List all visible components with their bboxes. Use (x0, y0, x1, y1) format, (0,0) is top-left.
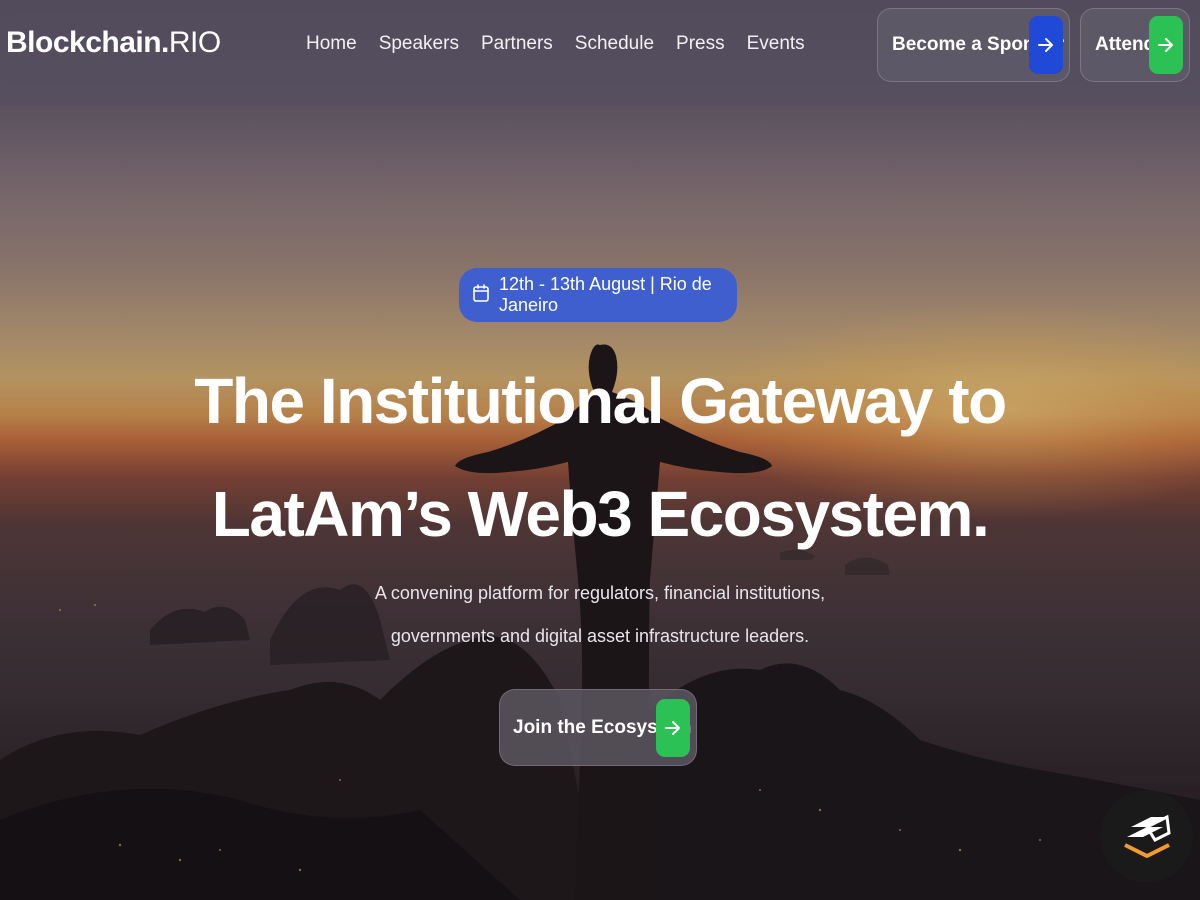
nav-link-events[interactable]: Events (747, 33, 805, 55)
arrow-right-icon (1029, 16, 1063, 74)
hero-subtitle-line-1: A convening platform for regulators, fin… (374, 583, 826, 603)
attend-button[interactable]: Attend (1080, 8, 1190, 82)
join-ecosystem-button[interactable]: Join the Ecosystem (499, 689, 697, 766)
main-nav: Home Speakers Partners Schedule Press Ev… (306, 33, 827, 55)
stack-layers-icon[interactable] (1100, 790, 1193, 883)
hero-subtitle: A convening platform for regulators, fin… (300, 572, 900, 658)
event-date-badge: 12th - 13th August | Rio de Janeiro (459, 268, 737, 322)
nav-link-partners[interactable]: Partners (481, 33, 553, 55)
arrow-right-icon (656, 699, 690, 757)
site-logo[interactable]: Blockchain.RIO (6, 26, 221, 60)
nav-link-speakers[interactable]: Speakers (379, 33, 459, 55)
hero-headline: The Institutional Gateway to LatAm’s Web… (150, 345, 1050, 571)
become-sponsor-button[interactable]: Become a Sponsor (877, 8, 1070, 82)
calendar-icon (473, 283, 489, 307)
logo-text-bold: Blockchain. (6, 26, 169, 59)
top-navbar: Blockchain.RIO Home Speakers Partners Sc… (0, 0, 1200, 105)
hero-headline-line-1: The Institutional Gateway to (194, 365, 1007, 437)
hero-subtitle-line-2: governments and digital asset infrastruc… (390, 626, 810, 646)
nav-link-schedule[interactable]: Schedule (575, 33, 654, 55)
attend-label: Attend (1095, 34, 1156, 55)
nav-link-press[interactable]: Press (676, 33, 725, 55)
event-date-text: 12th - 13th August | Rio de Janeiro (499, 274, 712, 315)
nav-link-home[interactable]: Home (306, 33, 357, 55)
logo-text-light: RIO (168, 26, 221, 59)
arrow-right-icon (1149, 16, 1183, 74)
hero-headline-line-2: LatAm’s Web3 Ecosystem. (211, 478, 990, 550)
page: Blockchain.RIO Home Speakers Partners Sc… (0, 0, 1200, 900)
